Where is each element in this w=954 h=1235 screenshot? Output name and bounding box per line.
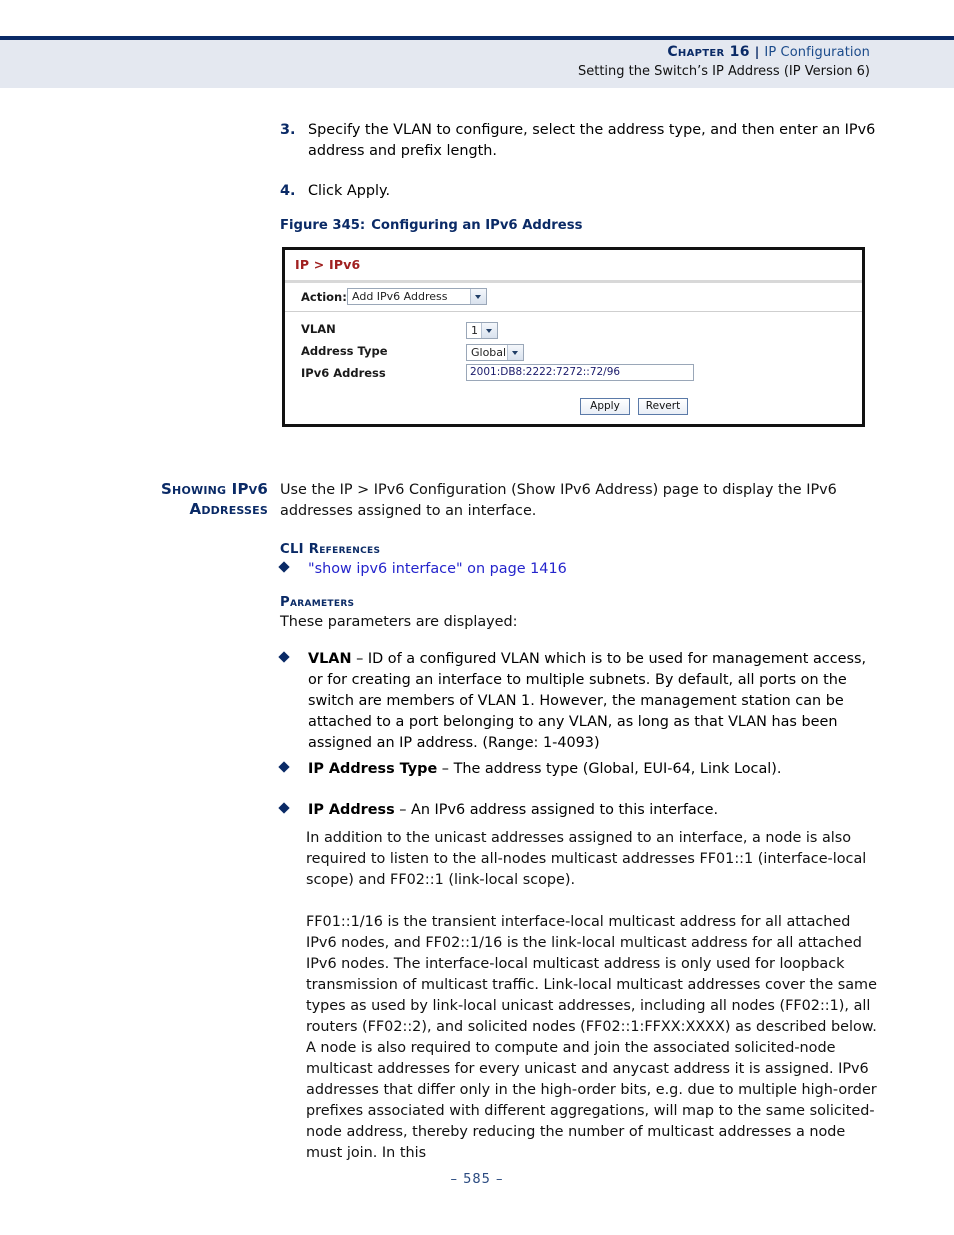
parameter-term: IP Address	[308, 802, 395, 818]
parameter-bullet-body: IP Address Type – The address type (Glob…	[308, 759, 880, 780]
side-heading-line-1: Showing IPv6	[161, 480, 268, 498]
action-select-value: Add IPv6 Address	[352, 290, 448, 303]
parameter-bullet-ip-address-type: IP Address Type – The address type (Glob…	[278, 759, 880, 780]
vlan-select-value: 1	[471, 324, 478, 337]
ipv6-address-input[interactable]: 2001:DB8:2222:7272::72/96	[466, 364, 694, 381]
cli-reference-link[interactable]: "show ipv6 interface" on page 1416	[308, 559, 880, 580]
diamond-bullet-icon	[278, 561, 290, 573]
parameter-term: IP Address Type	[308, 761, 438, 777]
step-number: 4.	[280, 183, 296, 199]
figure-caption: Figure 345: Configuring an IPv6 Address	[280, 218, 582, 233]
side-heading-line-2: Addresses	[189, 500, 268, 518]
figure-caption-title: Configuring an IPv6 Address	[371, 218, 583, 233]
step-text: Click Apply.	[308, 183, 391, 199]
parameter-bullet-body: IP Address – An IPv6 address assigned to…	[308, 800, 880, 821]
parameter-dash: –	[394, 802, 411, 818]
vlan-label: VLAN	[301, 322, 336, 336]
header-chapter-label: Chapter 16	[667, 44, 750, 60]
action-row: Action: Add IPv6 Address	[285, 283, 862, 312]
figure-caption-number: Figure 345:	[280, 218, 366, 233]
section-side-heading: Showing IPv6 Addresses	[110, 479, 268, 519]
running-header-subtitle: Setting the Switch’s IP Address (IP Vers…	[577, 64, 870, 79]
header-separator: |	[754, 44, 760, 59]
parameter-term: VLAN	[308, 651, 352, 667]
parameter-description: The address type (Global, EUI-64, Link L…	[453, 761, 782, 777]
action-label: Action:	[301, 290, 347, 304]
parameter-description: An IPv6 address assigned to this interfa…	[411, 802, 719, 818]
cli-references-heading: CLI References	[280, 542, 381, 557]
chevron-down-icon[interactable]	[481, 323, 497, 338]
step-number: 3.	[280, 122, 296, 138]
parameter-bullet-ip-address: IP Address – An IPv6 address assigned to…	[278, 800, 880, 821]
body-paragraph-ff01-ff02: FF01::1/16 is the transient interface-lo…	[306, 914, 877, 1035]
parameter-dash: –	[351, 651, 368, 667]
parameters-intro: These parameters are displayed:	[280, 614, 518, 630]
panel-titlebar: IP > IPv6	[285, 250, 862, 283]
diamond-bullet-icon	[278, 761, 290, 773]
parameters-heading: Parameters	[280, 595, 355, 610]
section-intro-paragraph: Use the IP > IPv6 Configuration (Show IP…	[280, 482, 837, 519]
parameter-description: ID of a configured VLAN which is to be u…	[308, 651, 867, 751]
vlan-select[interactable]: 1	[466, 322, 498, 339]
action-select[interactable]: Add IPv6 Address	[347, 288, 487, 305]
diamond-bullet-icon	[278, 802, 290, 814]
step-item-3: 3. Specify the VLAN to configure, select…	[280, 120, 880, 162]
chevron-down-icon[interactable]	[470, 289, 486, 304]
step-text: Specify the VLAN to configure, select th…	[308, 122, 876, 159]
chevron-down-icon[interactable]	[507, 345, 523, 360]
address-type-label: Address Type	[301, 344, 388, 358]
apply-button[interactable]: Apply	[580, 398, 630, 415]
step-item-4: 4. Click Apply.	[280, 181, 880, 202]
header-section-label: IP Configuration	[764, 45, 870, 60]
breadcrumb: IP > IPv6	[295, 257, 361, 272]
address-type-select-value: Global	[471, 346, 507, 359]
page-number-footer: – 585 –	[450, 1172, 504, 1187]
parameter-bullet-vlan: VLAN – ID of a configured VLAN which is …	[278, 649, 880, 754]
running-header-chapter-line: Chapter 16 | IP Configuration	[667, 44, 870, 60]
parameter-bullet-body: VLAN – ID of a configured VLAN which is …	[308, 649, 880, 754]
diamond-bullet-icon	[278, 651, 290, 663]
address-type-select[interactable]: Global	[466, 344, 524, 361]
ipv6-address-label: IPv6 Address	[301, 366, 386, 380]
revert-button[interactable]: Revert	[638, 398, 688, 415]
figure-ipv6-config-screenshot: IP > IPv6 Action: Add IPv6 Address VLAN …	[282, 247, 865, 427]
body-paragraph-solicited-node: A node is also required to compute and j…	[306, 1040, 877, 1161]
cli-reference-link-item[interactable]: "show ipv6 interface" on page 1416	[278, 559, 880, 580]
parameter-dash: –	[437, 761, 454, 777]
body-paragraph-unicast-multicast: In addition to the unicast addresses ass…	[306, 830, 867, 888]
